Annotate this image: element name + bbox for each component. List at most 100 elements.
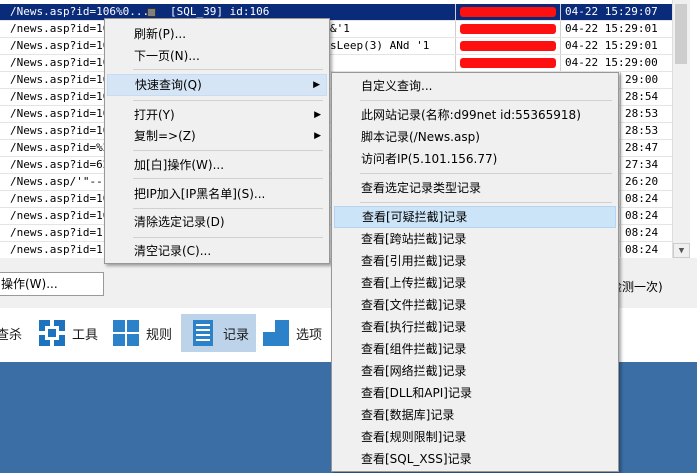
options-icon	[263, 320, 289, 346]
menu-separator	[360, 173, 612, 174]
menu-separator	[133, 150, 323, 151]
toolbar-scan[interactable]: 查杀	[0, 314, 36, 352]
time-cell: 08:24	[620, 242, 672, 257]
time-cell: 26:20	[620, 174, 672, 190]
time-cell: 28:47	[620, 140, 672, 156]
submenu-item-label: 查看[组件拦截]记录	[361, 342, 467, 356]
ip-cell-redacted	[455, 4, 561, 20]
submenu-item-label: 查看[上传拦截]记录	[361, 276, 467, 290]
submenu-item-custom-query[interactable]: 自定义查询...	[334, 75, 616, 97]
toolbar-label: 记录	[223, 327, 250, 343]
submenu-item-label: 查看选定记录类型记录	[361, 181, 482, 195]
time-cell: 08:24	[620, 208, 672, 224]
menu-item-open[interactable]: 打开(Y) ▶	[107, 104, 327, 126]
time-cell: 04-22 15:29:01	[560, 21, 672, 37]
submenu-item-dll-api[interactable]: 查看[DLL和API]记录	[334, 382, 616, 404]
submenu-item-label: 查看[数据库]记录	[361, 408, 455, 422]
submenu-item-upload[interactable]: 查看[上传拦截]记录	[334, 272, 616, 294]
operation-input[interactable]: 操作(W)...	[0, 272, 104, 296]
menu-item-label: 打开(Y)	[134, 108, 175, 122]
submenu-item-label: 查看[引用拦截]记录	[361, 254, 467, 268]
scroll-down-arrow-icon[interactable]: ▼	[673, 243, 690, 258]
time-cell: 08:24	[620, 225, 672, 241]
toolbar-rules[interactable]: 规则	[112, 314, 178, 352]
menu-item-copy[interactable]: 复制=>(Z) ▶	[107, 125, 327, 147]
toolbar-label: 查杀	[0, 327, 23, 343]
submenu-arrow-icon: ▶	[313, 80, 320, 90]
submenu-item-label: 访问者IP(5.101.156.77)	[361, 152, 498, 166]
time-cell: 27:34	[620, 157, 672, 173]
rules-grid-icon	[113, 320, 139, 346]
menu-item-next-page[interactable]: 下一页(N)...	[107, 45, 327, 67]
time-cell: 08:24	[620, 191, 672, 207]
vertical-scrollbar[interactable]: ▼	[672, 0, 690, 258]
time-cell: 28:53	[620, 123, 672, 139]
menu-item-label: 下一页(N)...	[134, 49, 200, 63]
menu-item-refresh[interactable]: 刷新(P)...	[107, 23, 327, 45]
submenu-item-label: 查看[执行拦截]记录	[361, 320, 467, 334]
records-document-icon	[193, 320, 213, 346]
menu-separator	[133, 100, 323, 101]
menu-item-label: 复制=>(Z)	[134, 129, 196, 143]
menu-separator	[133, 69, 323, 70]
context-menu: 刷新(P)... 下一页(N)... 快速查询(Q) ▶ 打开(Y) ▶ 复制=>(…	[104, 18, 330, 264]
time-cell: 29:00	[620, 72, 672, 88]
submenu-item-network[interactable]: 查看[网络拦截]记录	[334, 360, 616, 382]
menu-item-clear-selected[interactable]: 清除选定记录(D)	[107, 211, 327, 233]
time-cell: 04-22 15:29:07	[560, 4, 672, 20]
menu-item-quick-query[interactable]: 快速查询(Q) ▶	[107, 74, 327, 96]
toolbar-tools[interactable]: 工具	[38, 314, 104, 352]
toolbar-label: 工具	[72, 327, 99, 343]
submenu-item-suspicious[interactable]: 查看[可疑拦截]记录	[334, 206, 616, 228]
submenu-item-site-records[interactable]: 此网站记录(名称:d99net id:55365918)	[334, 104, 616, 126]
menu-item-add-whitelist[interactable]: 加[白]操作(W)...	[107, 154, 327, 176]
menu-item-label: 刷新(P)...	[134, 27, 187, 41]
time-cell: 28:53	[620, 106, 672, 122]
table-row[interactable]: /News.asp?id=106 04-22 15:29:00	[0, 55, 672, 72]
ip-cell-redacted	[455, 38, 561, 54]
toolbar-label: 规则	[146, 327, 173, 343]
table-row[interactable]: /News.asp?id=106%0... [SQL_39] id:106 04…	[0, 4, 672, 21]
menu-item-label: 清除选定记录(D)	[134, 215, 225, 229]
toolbar-records[interactable]: 记录	[181, 314, 256, 352]
ip-cell-redacted	[455, 21, 561, 37]
submenu-arrow-icon: ▶	[314, 110, 321, 120]
menu-item-label: 加[白]操作(W)...	[134, 158, 225, 172]
quick-query-submenu: 自定义查询... 此网站记录(名称:d99net id:55365918) 脚本…	[331, 72, 619, 472]
submenu-item-database[interactable]: 查看[数据库]记录	[334, 404, 616, 426]
menu-separator	[360, 202, 612, 203]
menu-separator	[133, 237, 323, 238]
submenu-item-visitor-ip[interactable]: 访问者IP(5.101.156.77)	[334, 148, 616, 170]
time-cell: 04-22 15:29:01	[560, 38, 672, 54]
submenu-item-file[interactable]: 查看[文件拦截]记录	[334, 294, 616, 316]
submenu-item-label: 查看[规则限制]记录	[361, 430, 467, 444]
menu-separator	[133, 208, 323, 209]
submenu-item-label: 脚本记录(/News.asp)	[361, 130, 480, 144]
submenu-item-label: 查看[DLL和API]记录	[361, 386, 472, 400]
time-cell: 04-22 15:29:00	[560, 55, 672, 71]
submenu-item-rule-limit[interactable]: 查看[规则限制]记录	[334, 426, 616, 448]
ip-cell-redacted	[455, 55, 561, 71]
table-row[interactable]: /News.asp?id=106 sLeep(3) ANd '1 04-22 1…	[0, 38, 672, 55]
submenu-item-exec[interactable]: 查看[执行拦截]记录	[334, 316, 616, 338]
menu-item-label: 清空记录(C)...	[134, 244, 212, 258]
submenu-item-script-records[interactable]: 脚本记录(/News.asp)	[334, 126, 616, 148]
row-checkbox[interactable]	[147, 8, 156, 17]
submenu-item-sql-xss[interactable]: 查看[SQL_XSS]记录	[334, 448, 616, 470]
menu-separator	[133, 178, 323, 179]
submenu-item-label: 此网站记录(名称:d99net id:55365918)	[361, 108, 581, 122]
menu-item-clear-all[interactable]: 清空记录(C)...	[107, 240, 327, 262]
submenu-item-component[interactable]: 查看[组件拦截]记录	[334, 338, 616, 360]
scrollbar-thumb[interactable]	[675, 4, 687, 64]
toolbar-options[interactable]: 选项	[262, 314, 332, 352]
menu-separator	[360, 100, 612, 101]
submenu-item-referer[interactable]: 查看[引用拦截]记录	[334, 250, 616, 272]
tools-icon	[38, 319, 66, 347]
submenu-item-selected-type[interactable]: 查看选定记录类型记录	[334, 177, 616, 199]
menu-item-add-ip-blacklist[interactable]: 把IP加入[IP黑名单](S)...	[107, 183, 327, 205]
submenu-item-label: 查看[SQL_XSS]记录	[361, 452, 472, 466]
submenu-item-xss[interactable]: 查看[跨站拦截]记录	[334, 228, 616, 250]
submenu-item-label: 查看[网络拦截]记录	[361, 364, 467, 378]
table-row[interactable]: /news.asp?id=106 &'1 04-22 15:29:01	[0, 21, 672, 38]
submenu-arrow-icon: ▶	[314, 131, 321, 141]
